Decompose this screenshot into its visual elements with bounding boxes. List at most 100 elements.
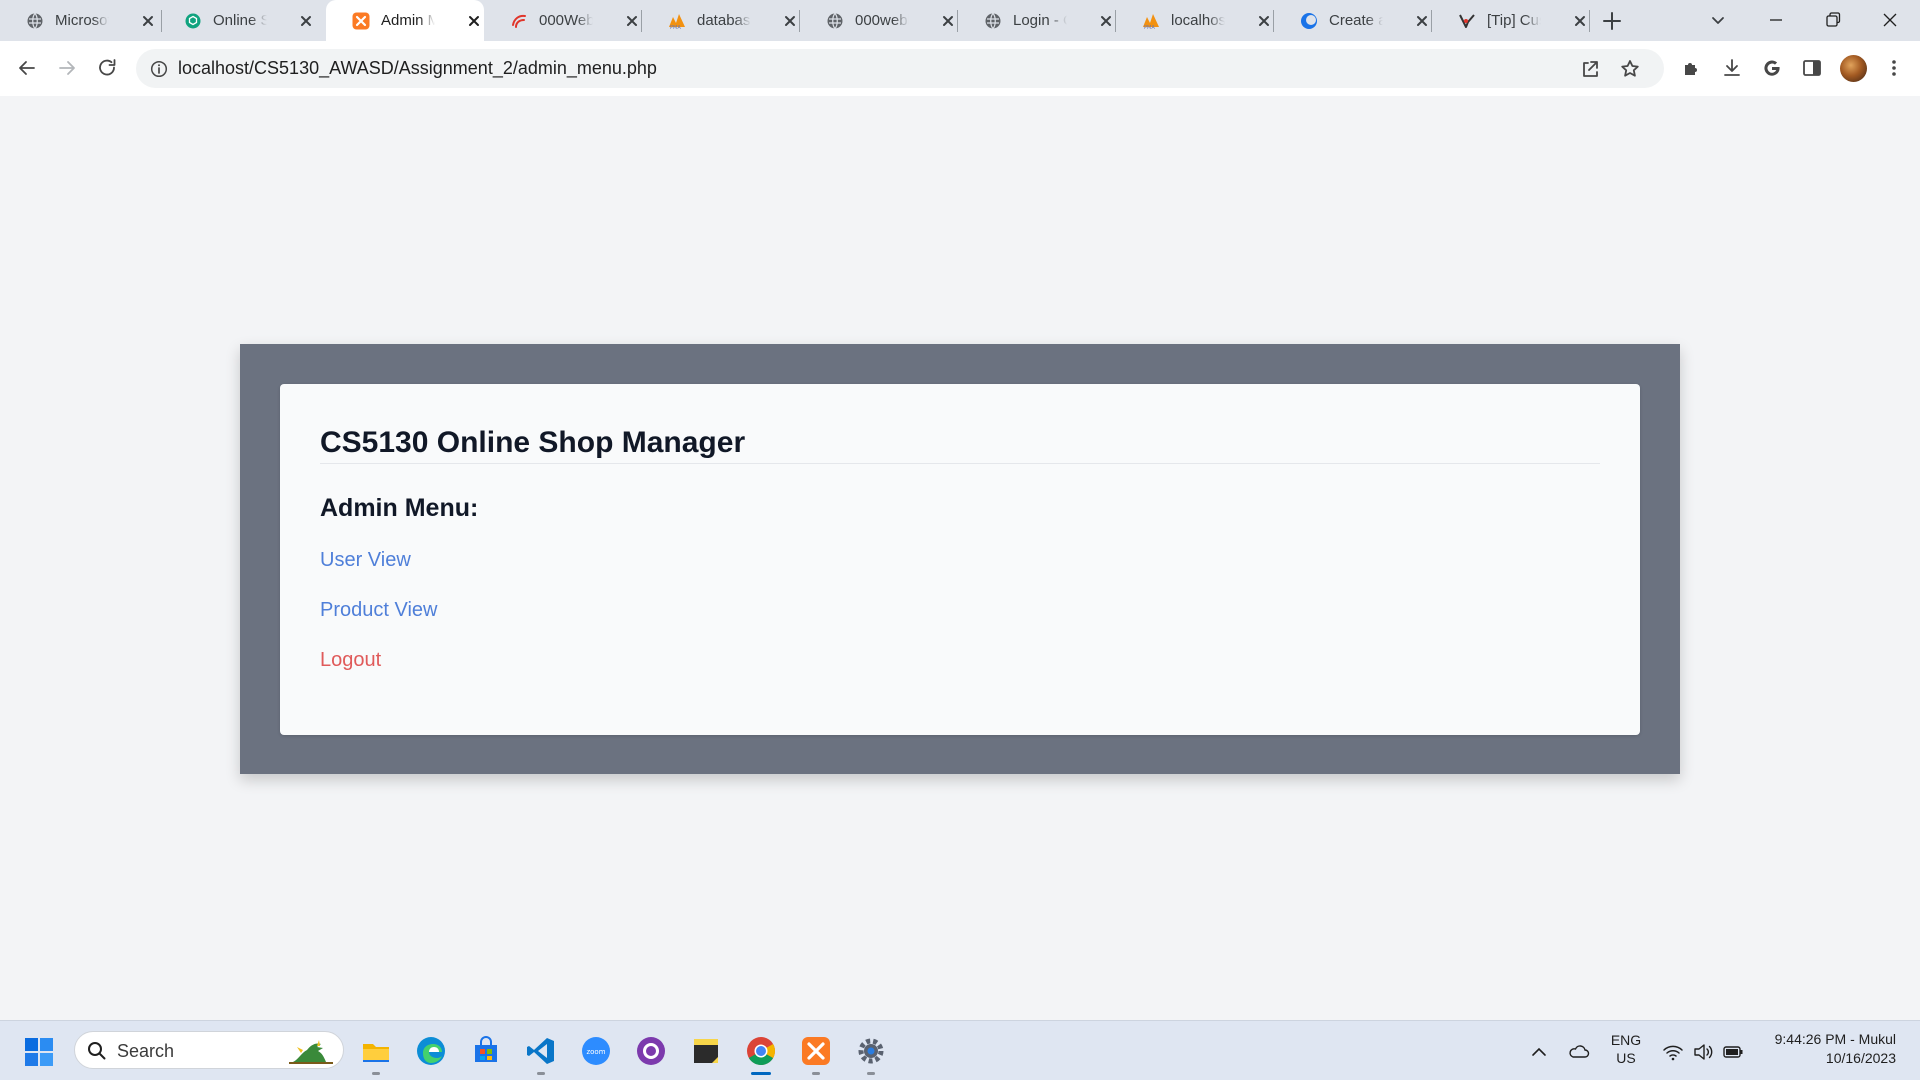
vscode-icon[interactable] — [525, 1035, 557, 1067]
forward-arrow-icon[interactable] — [54, 55, 80, 81]
globe-icon — [985, 13, 1001, 29]
language-code: ENG — [1610, 1032, 1642, 1048]
tip-icon — [1459, 14, 1475, 28]
tab-online-shop[interactable]: Online Shop — [158, 0, 324, 41]
browser-toolbar: localhost/CS5130_AWASD/Assignment_2/admi… — [0, 41, 1920, 96]
tab-000webhost[interactable]: 000Webhost — [484, 0, 642, 41]
system-clock[interactable]: 9:44:26 PM - Mukul 10/16/2023 — [1740, 1030, 1896, 1068]
tab-tip-custom[interactable]: [Tip] Custo — [1432, 0, 1590, 41]
github-desktop-icon[interactable] — [635, 1035, 667, 1067]
close-icon[interactable] — [466, 13, 482, 29]
phpmyadmin-icon: PMA — [669, 14, 685, 30]
language-region: US — [1616, 1050, 1636, 1066]
back-arrow-icon[interactable] — [14, 55, 40, 81]
svg-text:zoom: zoom — [586, 1048, 605, 1056]
language-indicator[interactable]: ENG US — [1606, 1031, 1646, 1067]
running-indicator — [537, 1072, 545, 1075]
tab-title: Online Shop — [213, 12, 267, 29]
wifi-icon[interactable] — [1662, 1041, 1684, 1063]
settings-icon[interactable] — [855, 1035, 887, 1067]
close-icon[interactable] — [1256, 13, 1272, 29]
user-view-link[interactable]: User View — [320, 549, 411, 572]
taskbar-search-placeholder: Search — [117, 1041, 175, 1061]
google-g-icon[interactable] — [1760, 56, 1784, 80]
tab-databases[interactable]: PMA databases — [642, 0, 800, 41]
page-content: CS5130 Online Shop Manager Admin Menu: U… — [0, 96, 1920, 1020]
chrome-icon[interactable] — [745, 1035, 777, 1067]
close-icon[interactable] — [1098, 13, 1114, 29]
url-text[interactable]: localhost/CS5130_AWASD/Assignment_2/admi… — [178, 58, 657, 79]
dragon-highlight-icon — [289, 1040, 333, 1064]
close-icon[interactable] — [624, 13, 640, 29]
tab-create-a-plan[interactable]: Create a pl — [1274, 0, 1432, 41]
tab-login[interactable]: Login - CS5 — [958, 0, 1116, 41]
onedrive-cloud-icon[interactable] — [1568, 1041, 1590, 1063]
share-icon[interactable] — [1578, 57, 1602, 81]
tab-admin-menu[interactable]: Admin Menu — [326, 0, 484, 41]
reload-icon[interactable] — [94, 55, 120, 81]
globe-icon — [827, 13, 843, 29]
close-icon[interactable] — [940, 13, 956, 29]
tab-title: Microsoft W — [55, 12, 109, 29]
tab-title: localhost / — [1171, 12, 1225, 29]
zoom-icon[interactable]: zoom — [580, 1035, 612, 1067]
download-icon[interactable] — [1720, 56, 1744, 80]
tab-title: [Tip] Custo — [1487, 12, 1541, 29]
000webhost-icon — [512, 14, 526, 28]
logout-link[interactable]: Logout — [320, 649, 381, 672]
tab-title: Login - CS5 — [1013, 12, 1067, 29]
taskbar: Search zoom ENG US 9:44:26 PM - Mukul 10… — [0, 1020, 1920, 1080]
tab-title: 000Webhost — [539, 12, 593, 29]
xampp-icon — [352, 12, 370, 30]
volume-icon[interactable] — [1692, 1041, 1714, 1063]
close-icon[interactable] — [1572, 13, 1588, 29]
close-icon[interactable] — [140, 13, 156, 29]
search-icon — [88, 1042, 106, 1060]
side-panel-icon[interactable] — [1800, 56, 1824, 80]
windows-start-icon[interactable] — [24, 1037, 54, 1067]
product-view-link[interactable]: Product View — [320, 599, 437, 622]
close-icon[interactable] — [298, 13, 314, 29]
svg-text:PMA: PMA — [1144, 25, 1155, 30]
file-explorer-icon[interactable] — [360, 1035, 392, 1067]
xampp-icon[interactable] — [800, 1035, 832, 1067]
new-tab-plus-icon[interactable] — [1600, 9, 1624, 33]
taskbar-search-box[interactable]: Search — [74, 1031, 344, 1069]
running-indicator — [867, 1072, 875, 1075]
close-window-icon[interactable] — [1878, 8, 1902, 32]
close-icon[interactable] — [782, 13, 798, 29]
svg-text:PMA: PMA — [670, 25, 681, 30]
chevron-up-icon[interactable] — [1528, 1041, 1550, 1063]
tab-microsoft[interactable]: Microsoft W — [0, 0, 162, 41]
avatar[interactable] — [1840, 55, 1867, 82]
tab-title: Create a pl — [1329, 12, 1383, 29]
tab-title: Admin Menu — [381, 12, 435, 29]
close-icon[interactable] — [1414, 13, 1430, 29]
minimize-icon[interactable] — [1764, 8, 1788, 32]
globe-icon — [27, 13, 43, 29]
more-vert-icon[interactable] — [1882, 56, 1906, 80]
restore-icon[interactable] — [1821, 8, 1845, 32]
star-bookmark-icon[interactable] — [1618, 57, 1642, 81]
info-icon[interactable] — [150, 60, 168, 78]
clock-time: 9:44:26 PM - Mukul — [1774, 1031, 1896, 1047]
edge-icon[interactable] — [415, 1035, 447, 1067]
tab-title: 000webhost — [855, 12, 909, 29]
store-icon[interactable] — [470, 1035, 502, 1067]
tab-strip: Microsoft W Online Shop Admin Menu 000We… — [0, 0, 1920, 41]
tab-localhost-phpmyadmin[interactable]: PMA localhost / — [1116, 0, 1274, 41]
running-indicator — [812, 1072, 820, 1075]
active-indicator — [751, 1072, 771, 1075]
sticky-notes-icon[interactable] — [690, 1035, 722, 1067]
divider — [320, 463, 1600, 464]
tab-title: databases — [697, 12, 751, 29]
outer-panel: CS5130 Online Shop Manager Admin Menu: U… — [240, 344, 1680, 774]
chatgpt-icon — [185, 13, 201, 29]
extensions-puzzle-icon[interactable] — [1680, 56, 1704, 80]
chevron-down-icon[interactable] — [1708, 10, 1728, 30]
running-indicator — [372, 1072, 380, 1075]
address-bar[interactable]: localhost/CS5130_AWASD/Assignment_2/admi… — [136, 49, 1664, 88]
page-title: CS5130 Online Shop Manager — [320, 426, 746, 459]
tab-000webhost-2[interactable]: 000webhost — [800, 0, 958, 41]
admin-card: CS5130 Online Shop Manager Admin Menu: U… — [280, 384, 1640, 735]
